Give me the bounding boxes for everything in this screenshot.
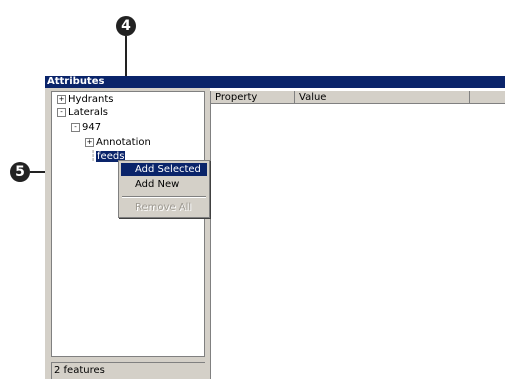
- menu-separator: [122, 196, 206, 198]
- tree-item-label: 947: [82, 122, 102, 133]
- expand-icon[interactable]: +: [57, 95, 66, 104]
- context-menu: Add Selected Add New Remove All: [118, 160, 210, 218]
- column-header-value[interactable]: Value: [295, 91, 470, 104]
- collapse-icon[interactable]: -: [71, 123, 80, 132]
- tree-item-label: Hydrants: [68, 94, 114, 105]
- menu-item-add-selected[interactable]: Add Selected: [121, 163, 207, 176]
- menu-item-add-new[interactable]: Add New: [121, 178, 207, 191]
- feature-tree[interactable]: + Hydrants - Laterals -947 + Annotation ┆fe…: [51, 91, 205, 357]
- tree-item-947[interactable]: -947: [71, 122, 101, 134]
- column-header-property[interactable]: Property: [211, 91, 295, 104]
- tree-item-laterals[interactable]: - Laterals: [57, 107, 108, 119]
- callout-5: 5: [10, 162, 30, 182]
- column-header-filler: [470, 91, 505, 104]
- status-bar: 2 features: [51, 362, 205, 379]
- expand-icon[interactable]: +: [85, 138, 94, 147]
- tree-item-hydrants[interactable]: + Hydrants: [57, 94, 114, 106]
- tree-item-label: Laterals: [68, 107, 108, 118]
- collapse-icon[interactable]: -: [57, 108, 66, 117]
- property-table[interactable]: Property Value: [210, 91, 505, 379]
- window-title: Attributes: [45, 76, 505, 88]
- menu-item-remove-all: Remove All: [135, 202, 192, 213]
- tree-item-label: Annotation: [96, 137, 151, 148]
- tree-item-annotation[interactable]: + Annotation: [85, 137, 151, 149]
